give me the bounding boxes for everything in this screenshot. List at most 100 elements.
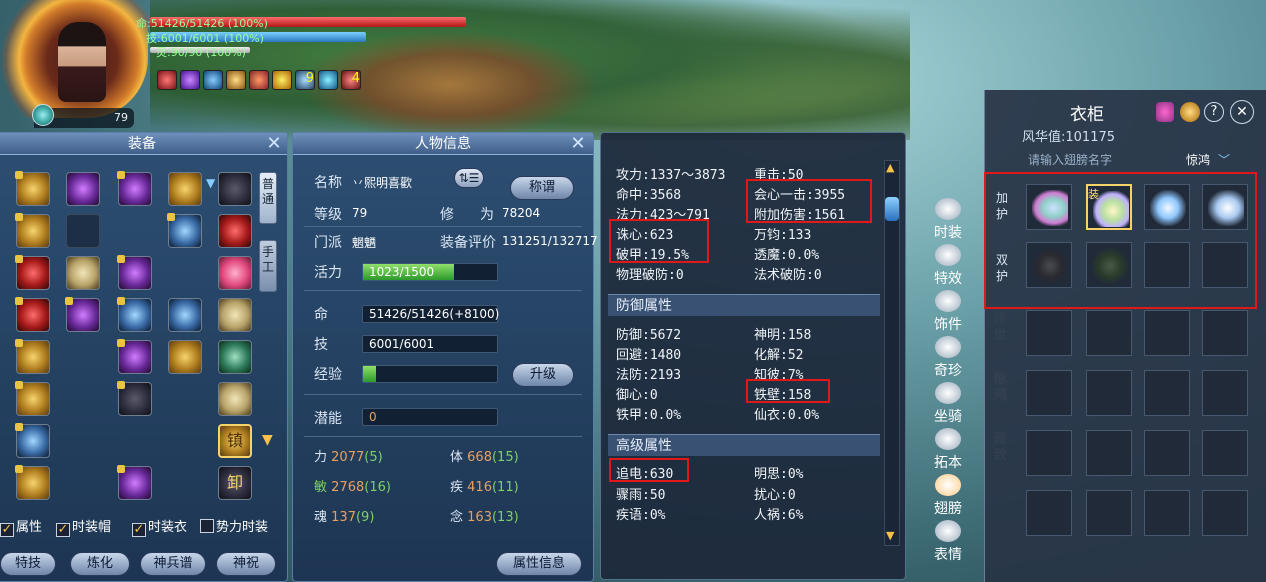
def-row-left: 法防:2193 — [616, 368, 682, 383]
tab-rubbing[interactable]: 拓本 — [924, 428, 972, 472]
scroll-up-icon[interactable]: ▲ — [886, 161, 894, 174]
checkbox-faction-fashion[interactable]: 势力时装 — [200, 516, 268, 535]
wing-slot-empty[interactable] — [1202, 310, 1248, 356]
equip-slot[interactable] — [15, 339, 50, 374]
equip-slot[interactable] — [15, 465, 50, 500]
special-skill-button[interactable]: 特技 — [0, 552, 56, 576]
tab-emote[interactable]: 表情 — [924, 520, 972, 564]
equip-slot[interactable] — [117, 297, 152, 332]
equip-slot[interactable] — [218, 298, 252, 332]
tab-effect[interactable]: 特效 — [924, 244, 972, 288]
equip-slot[interactable] — [66, 172, 100, 206]
buff-icon[interactable]: 9 — [295, 70, 315, 90]
wing-slot-empty[interactable] — [1144, 430, 1190, 476]
checkbox-fashion-clothes[interactable]: ✓ 时装衣 — [132, 516, 187, 537]
stat-bonus: (9) — [355, 510, 375, 525]
equip-slot[interactable] — [218, 382, 252, 416]
buff-icon[interactable] — [226, 70, 246, 90]
buff-icon[interactable] — [157, 70, 177, 90]
wing-slot-empty[interactable] — [1026, 430, 1072, 476]
equip-slot[interactable] — [168, 340, 202, 374]
chevron-down-icon: ﹀ — [1218, 153, 1231, 167]
equip-slot[interactable] — [15, 297, 50, 332]
equip-slot[interactable] — [168, 298, 202, 332]
buff-icon[interactable] — [272, 70, 292, 90]
equip-slot[interactable] — [218, 214, 252, 248]
close-icon[interactable]: ✕ — [1230, 100, 1254, 124]
wing-slot-empty[interactable] — [1086, 370, 1132, 416]
equip-slot-empty[interactable] — [66, 214, 100, 248]
equip-slot[interactable] — [117, 339, 152, 374]
equip-slot[interactable] — [218, 340, 252, 374]
wing-slot-empty[interactable] — [1144, 370, 1190, 416]
equip-slot[interactable] — [167, 213, 202, 248]
wing-search-input[interactable]: 请输入翅膀名字 — [1024, 150, 1172, 170]
equip-slot[interactable] — [117, 381, 152, 416]
filter-dropdown[interactable]: 惊鸿 ﹀ — [1180, 150, 1252, 170]
tab-accessory[interactable]: 饰件 — [924, 290, 972, 334]
stat-bonus: (16) — [364, 480, 391, 495]
help-icon[interactable]: ? — [1204, 102, 1224, 122]
scroll-item-icon[interactable] — [1156, 102, 1174, 122]
tab-fashion[interactable]: 时装 — [924, 198, 972, 242]
tab-normal[interactable]: 普通 — [259, 172, 277, 224]
wing-slot-empty[interactable] — [1202, 370, 1248, 416]
faction-orb-icon[interactable] — [32, 104, 54, 126]
equip-slot[interactable] — [15, 423, 50, 458]
tab-handcraft[interactable]: 手工 — [259, 240, 277, 292]
wing-slot-empty[interactable] — [1026, 310, 1072, 356]
wing-slot-empty[interactable] — [1144, 490, 1190, 536]
sp-pct: (100%) — [205, 46, 246, 59]
tab-treasure[interactable]: 奇珍 — [924, 336, 972, 380]
weapon-manual-button[interactable]: 神兵谱 — [140, 552, 206, 576]
equip-slot[interactable] — [117, 465, 152, 500]
scroll-down-arrow-icon[interactable]: ▼ — [262, 432, 273, 448]
checkbox-label: 势力时装 — [216, 520, 269, 535]
scroll-up-arrow-icon[interactable]: ▼ — [206, 176, 215, 190]
upgrade-button[interactable]: 升级 — [512, 363, 574, 387]
refine-button[interactable]: 炼化 — [70, 552, 130, 576]
wing-slot-empty[interactable] — [1086, 490, 1132, 536]
close-icon[interactable]: ✕ — [265, 135, 283, 153]
equip-slot[interactable] — [117, 255, 152, 290]
title-button[interactable]: 称谓 — [510, 176, 574, 200]
wing-slot-empty[interactable] — [1202, 490, 1248, 536]
buff-icon[interactable] — [249, 70, 269, 90]
wing-slot-empty[interactable] — [1086, 310, 1132, 356]
scroll-thumb[interactable] — [885, 197, 899, 221]
stat-agility: 敏 2768(16) — [314, 476, 391, 495]
equip-slot[interactable] — [65, 297, 100, 332]
equip-slot-special[interactable]: 镇 — [218, 424, 252, 458]
buff-icon[interactable] — [318, 70, 338, 90]
attribute-info-button[interactable]: 属性信息 — [496, 552, 582, 576]
blessing-button[interactable]: 神祝 — [216, 552, 276, 576]
unequip-slot[interactable]: 卸 — [218, 466, 252, 500]
scroll-down-icon[interactable]: ▼ — [886, 529, 894, 542]
tab-wings[interactable]: 翅膀 — [924, 474, 972, 518]
equip-slot[interactable] — [218, 172, 252, 206]
tab-mount[interactable]: 坐骑 — [924, 382, 972, 426]
wing-slot-empty[interactable] — [1026, 490, 1072, 536]
scrollbar[interactable]: ▲ ▼ — [884, 160, 900, 546]
equip-slot[interactable] — [117, 171, 152, 206]
equip-slot[interactable] — [15, 255, 50, 290]
equip-slot[interactable] — [66, 256, 100, 290]
wing-slot-empty[interactable] — [1202, 430, 1248, 476]
equip-slot[interactable] — [15, 381, 50, 416]
stat-body: 体 668(15) — [450, 446, 519, 465]
equip-slot[interactable] — [168, 172, 202, 206]
buff-icon[interactable] — [180, 70, 200, 90]
wing-slot-empty[interactable] — [1144, 310, 1190, 356]
checkbox-attributes[interactable]: ✓ 属性 — [0, 516, 42, 537]
title-menu-icon[interactable]: ⇅☰ — [454, 168, 484, 188]
close-icon[interactable]: ✕ — [569, 135, 587, 153]
wing-slot-empty[interactable] — [1086, 430, 1132, 476]
equip-slot[interactable] — [15, 171, 50, 206]
equip-slot[interactable] — [15, 213, 50, 248]
buff-icon[interactable] — [203, 70, 223, 90]
coin-icon[interactable] — [1180, 102, 1200, 122]
equip-slot[interactable] — [218, 256, 252, 290]
checkbox-fashion-hat[interactable]: ✓ 时装帽 — [56, 516, 111, 537]
buff-icon[interactable]: 4 — [341, 70, 361, 90]
wing-slot-empty[interactable] — [1026, 370, 1072, 416]
